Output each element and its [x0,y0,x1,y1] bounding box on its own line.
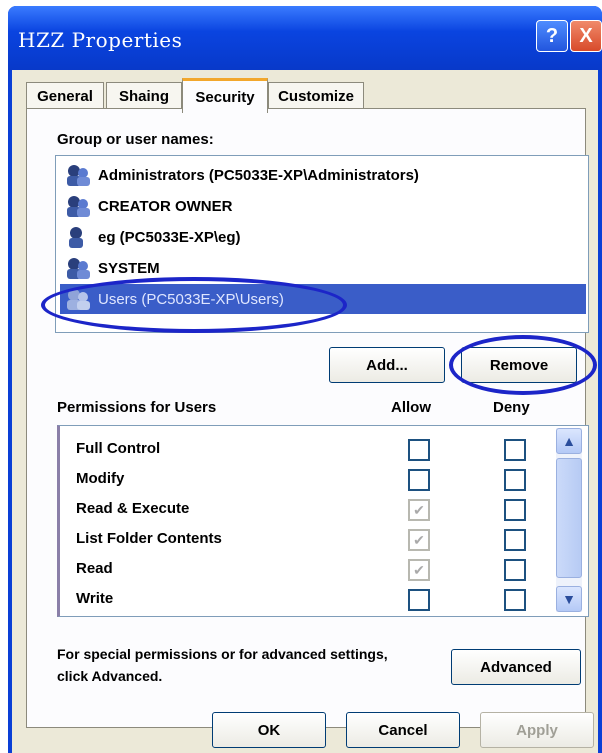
allow-checkbox[interactable] [408,469,430,491]
tab-customize[interactable]: Customize [268,82,364,109]
user-item-label: SYSTEM [98,259,160,277]
permissions-scrollbar[interactable]: ▲ ▼ [556,428,582,612]
permission-row-modify: Modify [60,464,550,494]
group-icon [64,194,92,218]
user-icon [64,225,92,249]
permission-name: Full Control [76,440,161,457]
user-item-label: CREATOR OWNER [98,197,233,215]
allow-checkbox-checked[interactable]: ✔ [408,559,430,581]
scroll-thumb[interactable] [556,458,582,578]
permission-name: List Folder Contents [76,530,222,547]
group-names-label: Group or user names: [57,131,214,148]
apply-button[interactable]: Apply [480,712,594,748]
security-tab-panel: Group or user names: Administrators (PC5… [26,108,597,728]
permission-row-full-control: Full Control [60,434,550,464]
allow-checkbox[interactable] [408,589,430,611]
deny-checkbox[interactable] [504,439,526,461]
scroll-up-icon[interactable]: ▲ [556,428,582,454]
highlight-ellipse-users [41,277,347,333]
user-item-label: Administrators (PC5033E-XP\Administrator… [98,166,419,184]
tab-general[interactable]: General [26,82,104,109]
permissions-label: Permissions for Users [57,399,217,416]
allow-header: Allow [391,399,431,416]
dialog-body: General Shaing Security Customize Group … [12,70,598,753]
tab-sharing[interactable]: Shaing [106,82,182,109]
properties-window: HZZ Properties ? X General Shaing Securi… [8,6,602,753]
permission-row-list-folder: List Folder Contents ✔ [60,524,550,554]
permission-name: Modify [76,470,125,487]
highlight-ellipse-remove [449,335,597,395]
deny-checkbox[interactable] [504,559,526,581]
permission-row-write: Write [60,584,550,614]
close-button[interactable]: X [570,20,602,52]
advanced-note-line2: click Advanced. [57,668,163,684]
tab-security[interactable]: Security [182,78,268,113]
scroll-down-icon[interactable]: ▼ [556,586,582,612]
group-icon [64,256,92,280]
deny-checkbox[interactable] [504,469,526,491]
deny-checkbox[interactable] [504,499,526,521]
permission-name: Read [76,560,113,577]
permission-row-read: Read ✔ [60,554,550,584]
ok-button[interactable]: OK [212,712,326,748]
add-button[interactable]: Add... [329,347,445,383]
user-item-administrators[interactable]: Administrators (PC5033E-XP\Administrator… [60,160,586,190]
permissions-list: Full Control Modify Read & Execute ✔ Lis… [57,425,589,617]
advanced-note-line1: For special permissions or for advanced … [57,646,388,662]
allow-checkbox-checked[interactable]: ✔ [408,499,430,521]
permission-name: Read & Execute [76,500,190,517]
user-item-label: eg (PC5033E-XP\eg) [98,228,241,246]
cancel-button[interactable]: Cancel [346,712,460,748]
advanced-note: For special permissions or for advanced … [57,643,437,687]
user-item-eg[interactable]: eg (PC5033E-XP\eg) [60,222,586,252]
deny-checkbox[interactable] [504,589,526,611]
help-button[interactable]: ? [536,20,568,52]
permission-name: Write [76,590,114,607]
user-item-creator-owner[interactable]: CREATOR OWNER [60,191,586,221]
permission-row-read-execute: Read & Execute ✔ [60,494,550,524]
group-icon [64,163,92,187]
title-bar: HZZ Properties ? X [8,6,602,70]
window-title: HZZ Properties [18,28,183,52]
deny-header: Deny [493,399,530,416]
allow-checkbox-checked[interactable]: ✔ [408,529,430,551]
advanced-button[interactable]: Advanced [451,649,581,685]
deny-checkbox[interactable] [504,529,526,551]
allow-checkbox[interactable] [408,439,430,461]
